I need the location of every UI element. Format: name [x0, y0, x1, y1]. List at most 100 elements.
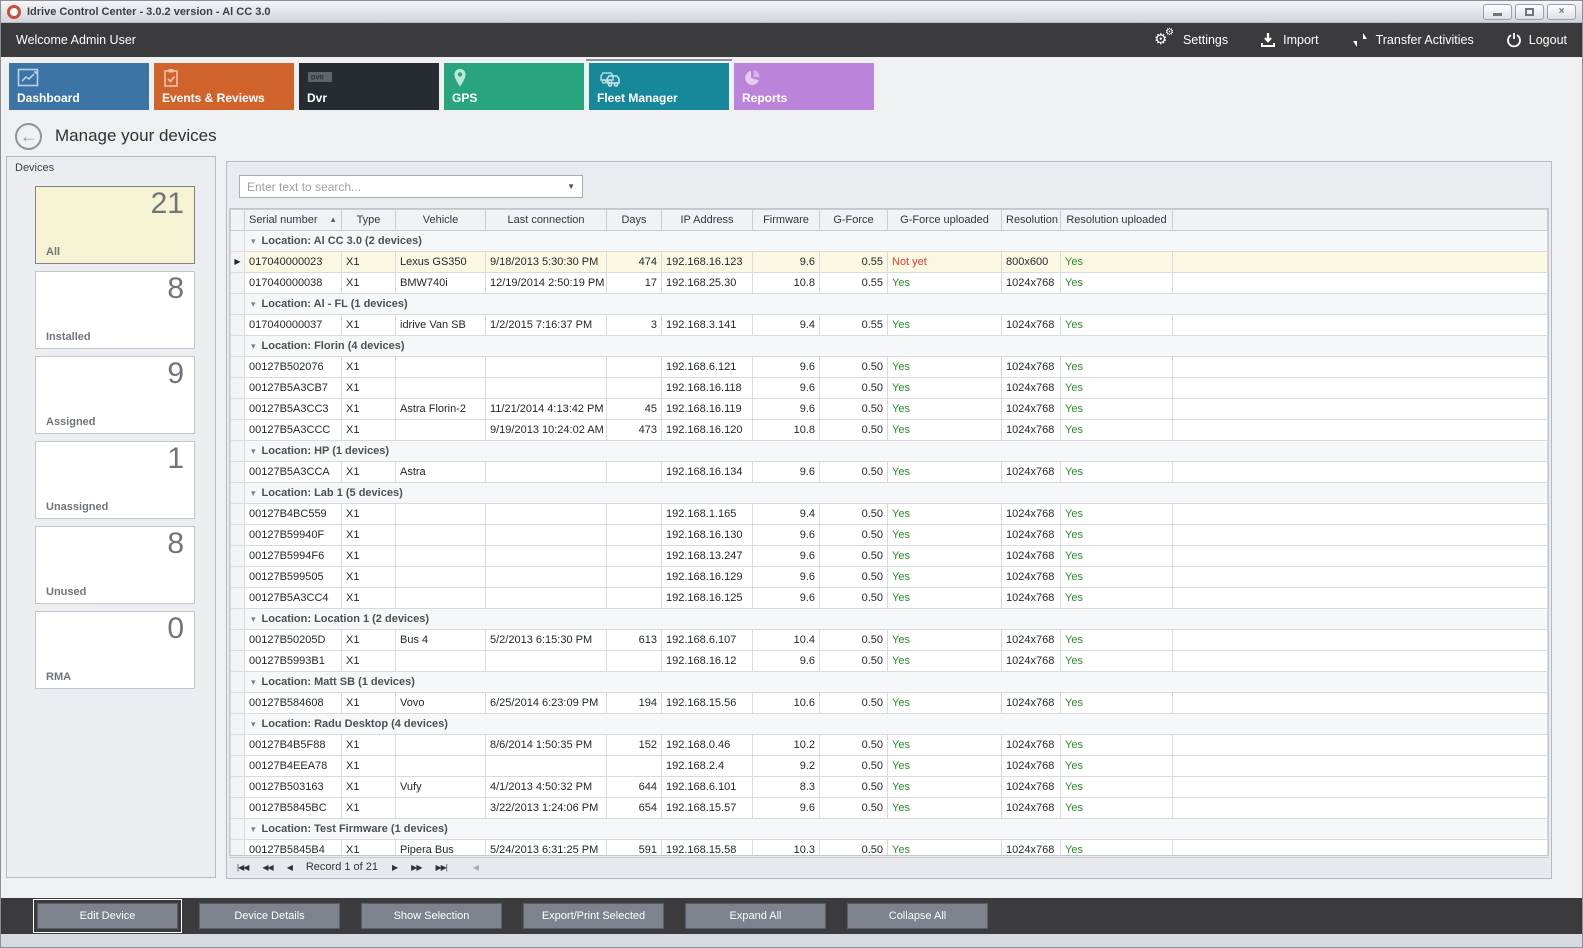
group-row[interactable]: ▾Location: Matt SB (1 devices): [231, 672, 1548, 693]
next-record-button[interactable]: ▶: [392, 863, 397, 872]
tab-dvr[interactable]: DVR Dvr: [299, 63, 439, 110]
table-row[interactable]: 017040000037X1idrive Van SB1/2/2015 7:16…: [231, 315, 1548, 336]
table-row[interactable]: 00127B5A3CCAX1Astra192.168.16.1349.60.50…: [231, 462, 1548, 483]
group-row[interactable]: ▾Location: Test Firmware (1 devices): [231, 819, 1548, 840]
clipboard-check-icon: [162, 68, 180, 88]
close-button[interactable]: ×: [1547, 4, 1576, 20]
collapse-group-icon[interactable]: ▾: [251, 236, 256, 246]
table-row[interactable]: 017040000038X1BMW740i12/19/2014 2:50:19 …: [231, 273, 1548, 294]
collapse-group-icon[interactable]: ▾: [251, 488, 256, 498]
collapse-all-button[interactable]: Collapse All: [847, 903, 988, 929]
col-header-g_force[interactable]: G-Force: [820, 210, 888, 231]
back-button[interactable]: ←: [15, 123, 42, 150]
table-row[interactable]: 00127B599505X1192.168.16.1299.60.50Yes10…: [231, 567, 1548, 588]
transfer-activities-button[interactable]: Transfer Activities: [1351, 31, 1474, 49]
cell-type: X1: [342, 546, 396, 567]
import-button[interactable]: Import: [1260, 32, 1318, 48]
collapse-group-icon[interactable]: ▾: [251, 677, 256, 687]
col-header-vehicle[interactable]: Vehicle: [396, 210, 486, 231]
show-selection-button[interactable]: Show Selection: [361, 903, 502, 929]
table-row[interactable]: 00127B502076X1192.168.6.1219.60.50Yes102…: [231, 357, 1548, 378]
col-header-g_force_uploaded[interactable]: G-Force uploaded: [888, 210, 1002, 231]
table-row[interactable]: 00127B5A3CB7X1192.168.16.1189.60.50Yes10…: [231, 378, 1548, 399]
table-row[interactable]: ▶017040000023X1Lexus GS3509/18/2013 5:30…: [231, 252, 1548, 273]
collapse-group-icon[interactable]: ▾: [251, 719, 256, 729]
table-row[interactable]: 00127B4B5F88X18/6/2014 1:50:35 PM152192.…: [231, 735, 1548, 756]
col-header-type[interactable]: Type: [342, 210, 396, 231]
col-header-serial[interactable]: Serial number▲: [245, 210, 342, 231]
collapse-group-icon[interactable]: ▾: [251, 614, 256, 624]
bottom-toolbar: Edit Device Device Details Show Selectio…: [1, 898, 1582, 934]
page-header: ← Manage your devices: [1, 116, 1582, 156]
table-row[interactable]: 00127B50205DX1Bus 45/2/2013 6:15:30 PM61…: [231, 630, 1548, 651]
group-row[interactable]: ▾Location: Location 1 (2 devices): [231, 609, 1548, 630]
cell-firmware: 9.6: [753, 462, 820, 483]
prev-page-button[interactable]: ◀◀: [262, 863, 272, 872]
col-header-days[interactable]: Days: [607, 210, 662, 231]
chevron-down-icon[interactable]: ▼: [567, 182, 575, 191]
tab-gps[interactable]: GPS: [444, 63, 584, 110]
col-header-last_connection[interactable]: Last connection: [486, 210, 607, 231]
table-row[interactable]: 00127B503163X1Vufy4/1/2013 4:50:32 PM644…: [231, 777, 1548, 798]
table-row[interactable]: 00127B5A3CC4X1192.168.16.1259.60.50Yes10…: [231, 588, 1548, 609]
cell-vehicle: [396, 525, 486, 546]
cell-last_connection: 9/18/2013 5:30:30 PM: [486, 252, 607, 273]
device-filter-card-installed[interactable]: 8 Installed: [35, 271, 195, 349]
col-header-ip[interactable]: IP Address: [662, 210, 753, 231]
cell-days: 613: [607, 630, 662, 651]
logout-button[interactable]: Logout: [1506, 32, 1567, 48]
collapse-group-icon[interactable]: ▾: [251, 299, 256, 309]
table-row[interactable]: 00127B5A3CCCX19/19/2013 10:24:02 AM47319…: [231, 420, 1548, 441]
table-row[interactable]: 00127B59940FX1192.168.16.1309.60.50Yes10…: [231, 525, 1548, 546]
cell-ip: 192.168.16.118: [662, 378, 753, 399]
maximize-button[interactable]: [1515, 4, 1544, 20]
table-row[interactable]: 00127B5845B4X1Pipera Bus5/24/2013 6:31:2…: [231, 840, 1548, 857]
table-row[interactable]: 00127B4BC559X1192.168.1.1659.40.50Yes102…: [231, 504, 1548, 525]
collapse-group-icon[interactable]: ▾: [251, 341, 256, 351]
tab-dashboard[interactable]: Dashboard: [9, 63, 149, 110]
device-filter-card-unassigned[interactable]: 1 Unassigned: [35, 441, 195, 519]
device-details-button[interactable]: Device Details: [199, 903, 340, 929]
expand-all-button[interactable]: Expand All: [685, 903, 826, 929]
table-row[interactable]: 00127B5A3CC3X1Astra Florin-211/21/2014 4…: [231, 399, 1548, 420]
col-header-resolution_uploaded[interactable]: Resolution uploaded: [1061, 210, 1173, 231]
prev-record-button[interactable]: ◀: [287, 863, 292, 872]
hscroll-left-arrow[interactable]: ◀: [473, 863, 478, 872]
device-filter-card-assigned[interactable]: 9 Assigned: [35, 356, 195, 434]
table-row[interactable]: 00127B584608X1Vovo6/25/2014 6:23:09 PM19…: [231, 693, 1548, 714]
table-row[interactable]: 00127B4EEA78X1192.168.2.49.20.50Yes1024x…: [231, 756, 1548, 777]
table-row[interactable]: 00127B5993B1X1192.168.16.129.60.50Yes102…: [231, 651, 1548, 672]
edit-device-button[interactable]: Edit Device: [37, 903, 178, 929]
export-print-selected-button[interactable]: Export/Print Selected: [523, 903, 664, 929]
group-row[interactable]: ▾Location: Lab 1 (5 devices): [231, 483, 1548, 504]
col-header-resolution[interactable]: Resolution: [1002, 210, 1061, 231]
col-header-firmware[interactable]: Firmware: [753, 210, 820, 231]
group-row[interactable]: ▾Location: Radu Desktop (4 devices): [231, 714, 1548, 735]
tab-events-reviews[interactable]: Events & Reviews: [154, 63, 294, 110]
tab-reports[interactable]: Reports: [734, 63, 874, 110]
device-filter-card-unused[interactable]: 8 Unused: [35, 526, 195, 604]
device-filter-card-rma[interactable]: 0 RMA: [35, 611, 195, 689]
search-input[interactable]: [247, 180, 567, 194]
first-record-button[interactable]: |◀◀: [237, 863, 248, 872]
sort-asc-icon: ▲: [329, 215, 337, 224]
group-row[interactable]: ▾Location: Al - FL (1 devices): [231, 294, 1548, 315]
tab-fleet-manager[interactable]: Fleet Manager: [589, 63, 729, 110]
settings-button[interactable]: ⚙⚙ Settings: [1154, 31, 1228, 49]
table-row[interactable]: 00127B5845BCX13/22/2013 1:24:06 PM654192…: [231, 798, 1548, 819]
group-row[interactable]: ▾Location: Florin (4 devices): [231, 336, 1548, 357]
table-row[interactable]: 00127B5994F6X1192.168.13.2479.60.50Yes10…: [231, 546, 1548, 567]
cell-resolution: 1024x768: [1002, 399, 1061, 420]
collapse-group-icon[interactable]: ▾: [251, 446, 256, 456]
cell-g_force_uploaded: Yes: [888, 462, 1002, 483]
devices-table-wrap: Serial number▲TypeVehicleLast connection…: [229, 208, 1549, 856]
collapse-group-icon[interactable]: ▾: [251, 824, 256, 834]
group-row[interactable]: ▾Location: Al CC 3.0 (2 devices): [231, 231, 1548, 252]
group-row[interactable]: ▾Location: HP (1 devices): [231, 441, 1548, 462]
minimize-button[interactable]: [1483, 4, 1512, 20]
device-filter-card-all[interactable]: 21 All: [35, 186, 195, 264]
cell-days: 3: [607, 315, 662, 336]
next-page-button[interactable]: ▶▶: [411, 863, 421, 872]
last-record-button[interactable]: ▶▶|: [435, 863, 446, 872]
row-indicator-cell: [231, 819, 245, 840]
